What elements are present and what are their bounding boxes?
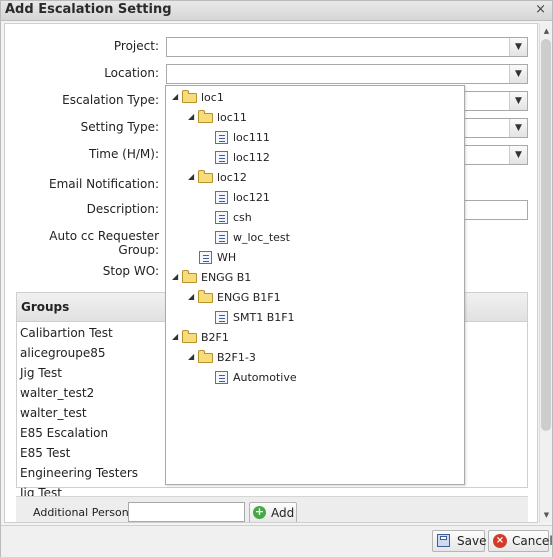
save-button[interactable]: Save [432,530,487,552]
list-item[interactable]: Jig Test [20,366,62,380]
stop-wo-label: Stop WO: [102,264,159,278]
project-select[interactable]: ▼ [166,37,528,57]
chevron-down-icon: ▼ [509,146,527,164]
auto-cc-label: Auto cc Requester Group: [49,229,159,257]
list-item[interactable]: Engineering Testers [20,466,138,480]
list-item[interactable]: alicegroupe85 [20,346,106,360]
chevron-down-icon: ▼ [509,119,527,137]
add-button[interactable]: + Add [249,502,297,522]
vertical-scrollbar[interactable]: ▲ ▼ [539,23,552,523]
list-item[interactable]: E85 Escalation [20,426,108,440]
triangle-down-icon[interactable]: ◢ [172,92,182,101]
scroll-down-icon[interactable]: ▼ [541,509,552,521]
list-item[interactable]: Calibartion Test [20,326,113,340]
folder-icon [198,110,213,123]
cancel-button[interactable]: × Cancel [488,530,553,552]
email-notification-label: Email Notification: [48,177,159,191]
location-leaf-icon [215,151,228,164]
setting-type-label: Setting Type: [80,120,159,134]
save-button-label: Save [457,534,487,548]
folder-icon [182,90,197,103]
cancel-button-label: Cancel [512,534,553,548]
chevron-down-icon: ▼ [509,92,527,110]
scroll-thumb[interactable] [541,39,551,431]
location-leaf-icon [215,311,228,324]
escalation-type-label: Escalation Type: [62,93,159,107]
cancel-icon: × [493,534,507,548]
dialog-footer: Save × Cancel [1,525,553,557]
chevron-down-icon: ▼ [509,38,527,56]
list-item[interactable]: E85 Test [20,446,70,460]
triangle-down-icon[interactable]: ◢ [172,332,182,341]
location-leaf-icon [215,191,228,204]
folder-icon [198,170,213,183]
description-label: Description: [86,202,159,216]
scroll-up-icon[interactable]: ▲ [541,25,552,37]
location-select[interactable]: ▼ [166,64,528,84]
triangle-down-icon[interactable]: ◢ [188,172,198,181]
folder-icon [198,350,213,363]
add-icon: + [253,505,266,519]
floppy-disk-icon [437,534,450,547]
location-label: Location: [104,66,159,80]
triangle-down-icon[interactable]: ◢ [188,292,198,301]
location-leaf-icon [199,251,212,264]
location-leaf-icon [215,211,228,224]
location-leaf-icon [215,371,228,384]
chevron-down-icon: ▼ [509,65,527,83]
groups-header-label: Groups [21,300,70,314]
escalation-dialog: Add Escalation Setting × Project: ▼ Loca… [0,0,553,557]
close-icon[interactable]: × [535,2,546,17]
folder-icon [198,290,213,303]
triangle-down-icon[interactable]: ◢ [188,352,198,361]
location-leaf-icon [215,231,228,244]
dialog-title: Add Escalation Setting [5,2,172,17]
folder-icon [182,330,197,343]
folder-icon [182,270,197,283]
list-item[interactable]: walter_test [20,406,87,420]
additional-person-row: Additional Person: + Add [16,496,528,522]
project-label: Project: [113,39,159,53]
location-leaf-icon [215,131,228,144]
add-button-label: Add [271,506,295,520]
time-label: Time (H/M): [88,147,159,161]
list-item[interactable]: walter_test2 [20,386,94,400]
triangle-down-icon[interactable]: ◢ [188,112,198,121]
triangle-down-icon[interactable]: ◢ [172,272,182,281]
additional-person-label: Additional Person: [33,506,133,519]
dialog-titlebar: Add Escalation Setting × [1,1,552,21]
additional-person-input[interactable] [128,502,245,522]
location-tree-dropdown: ◢ loc1 ◢ loc11 loc111 loc112 ◢ loc12 loc121… [165,85,465,485]
